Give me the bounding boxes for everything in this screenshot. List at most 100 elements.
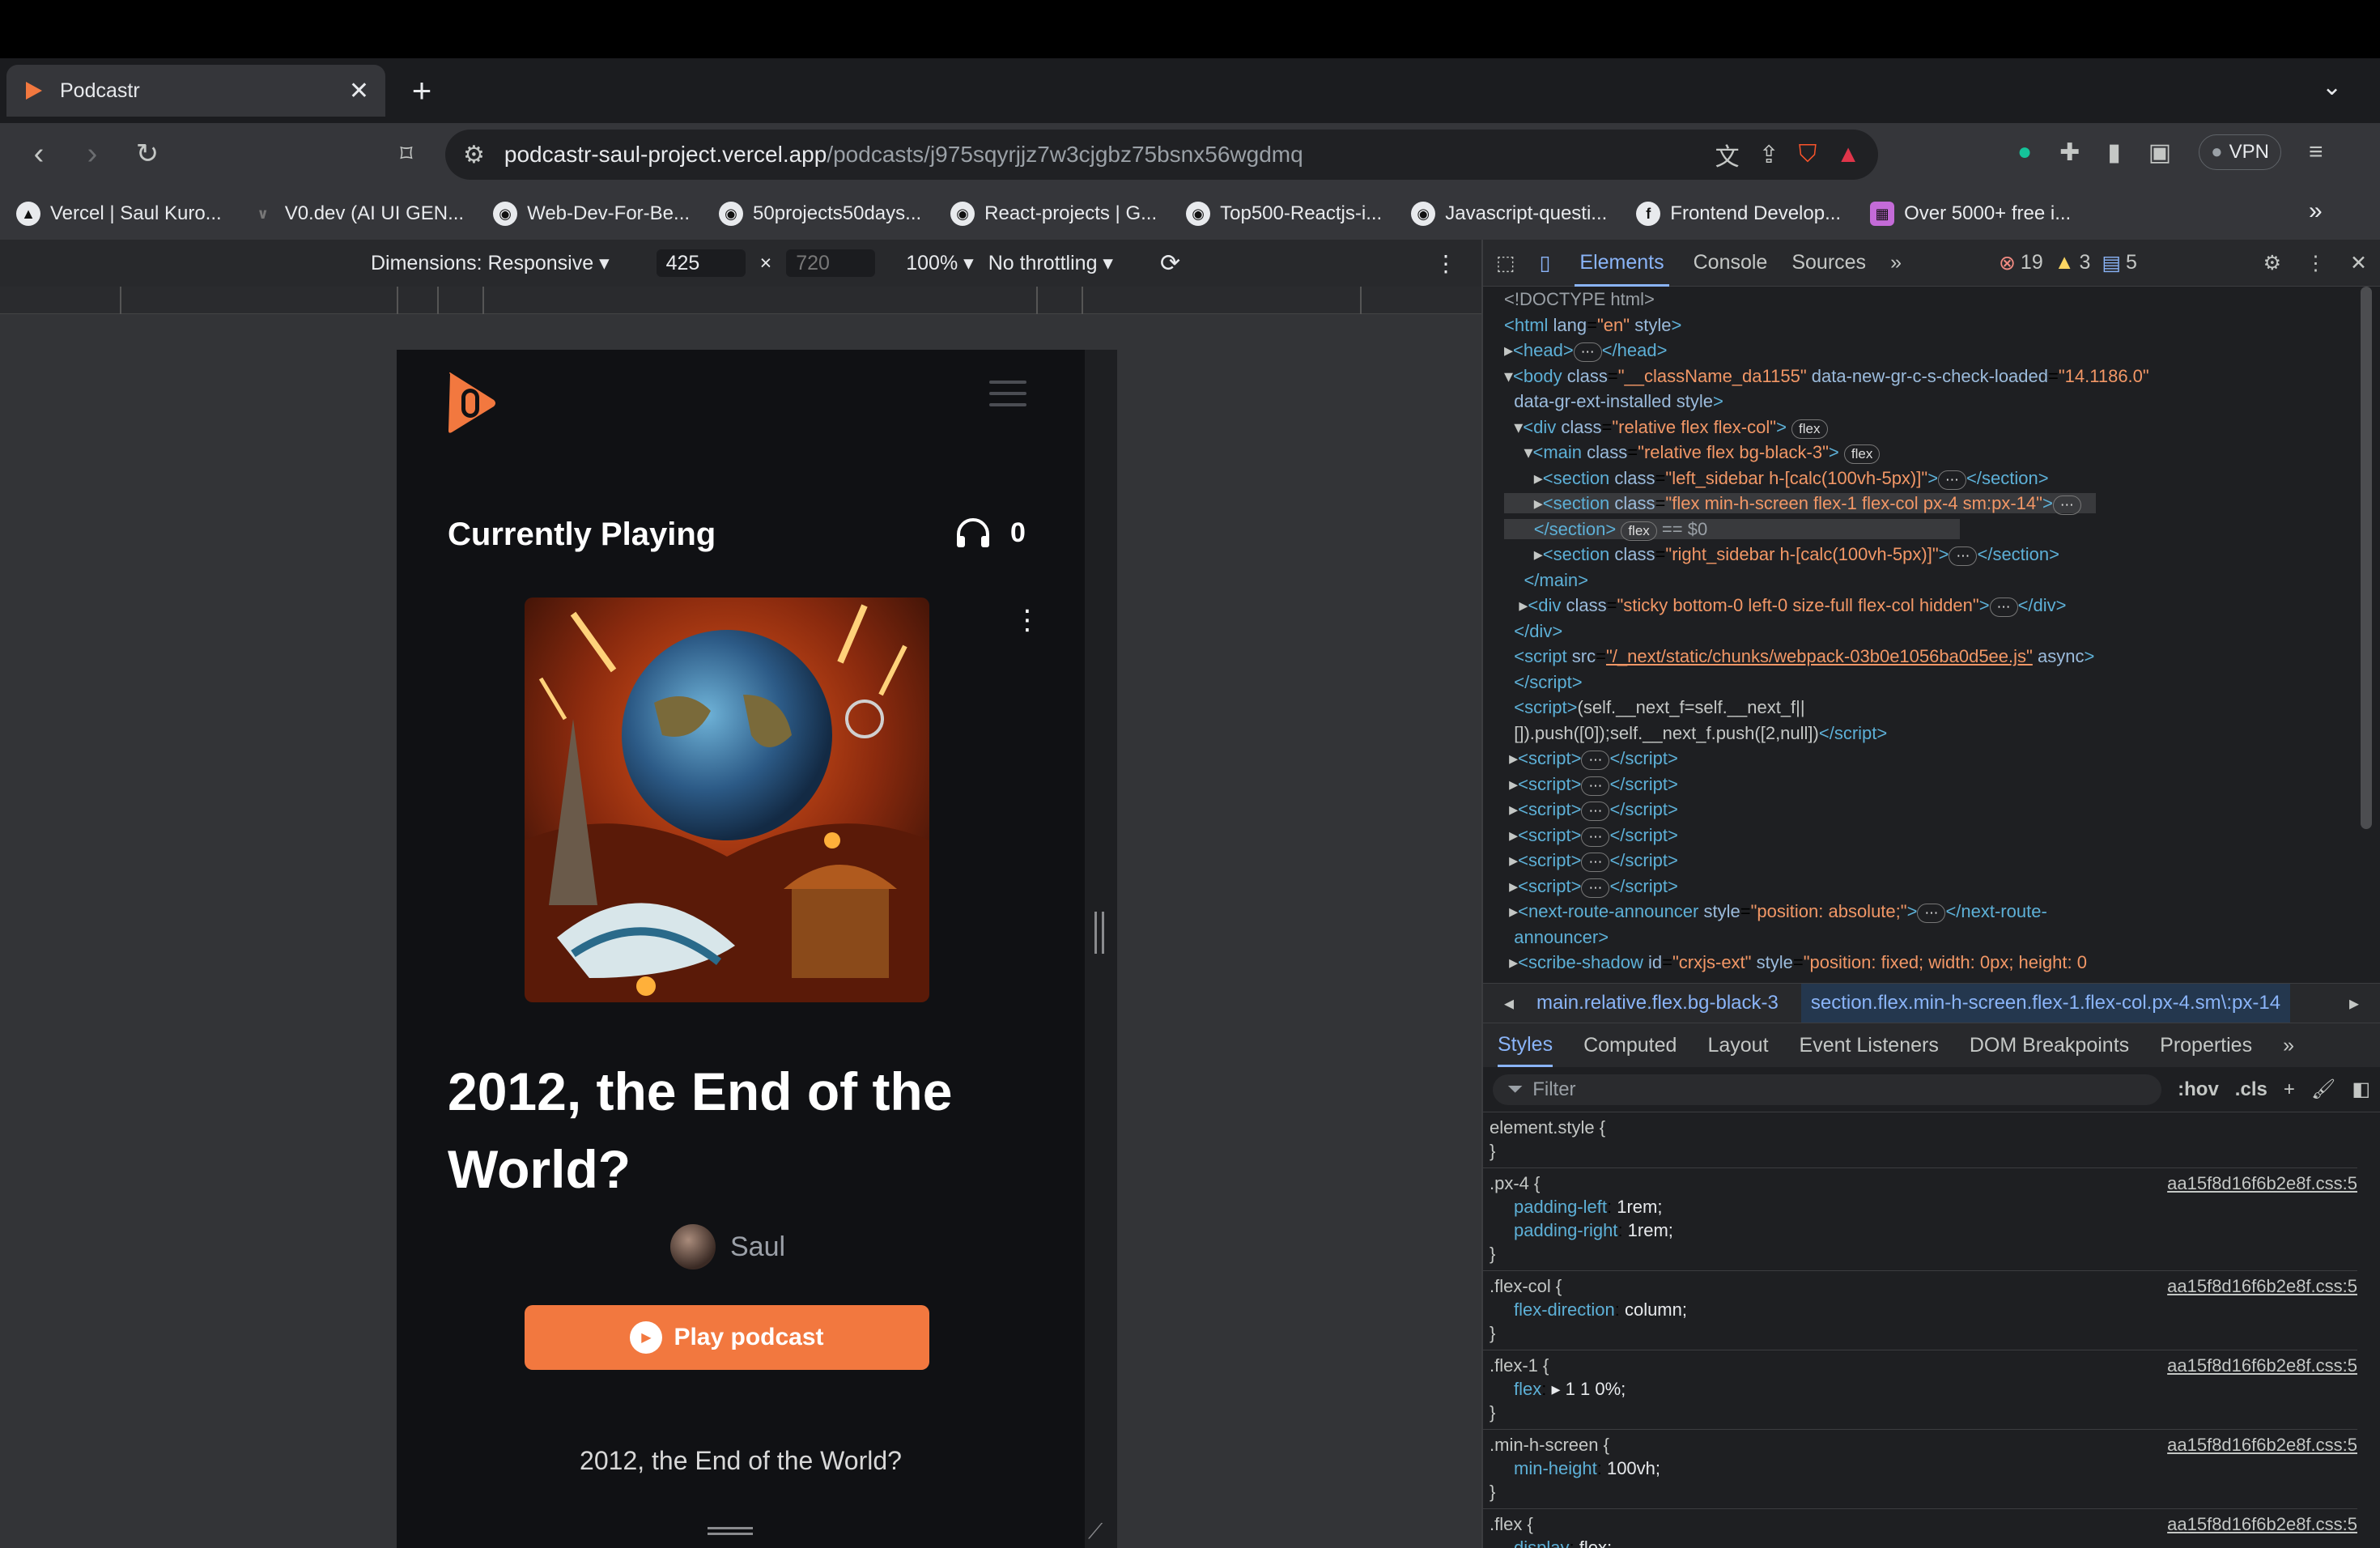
- extensions-icon[interactable]: ✚: [2059, 138, 2080, 167]
- forward-icon[interactable]: ›: [68, 130, 117, 178]
- bookmark-item[interactable]: ◉ Javascript-questi...: [1411, 202, 1607, 226]
- tab-console[interactable]: Console: [1694, 251, 1768, 274]
- tab-elements[interactable]: Elements: [1575, 240, 1669, 287]
- wallet-icon[interactable]: ▣: [2148, 138, 2171, 167]
- side-resize-handle[interactable]: [1094, 912, 1104, 954]
- height-input[interactable]: 720: [786, 249, 876, 277]
- rule-px-4[interactable]: .px-4 {aa15f8d16f6b2e8f.css:5 padding-lef…: [1483, 1168, 2357, 1271]
- play-podcast-button[interactable]: ▶ Play podcast: [525, 1305, 929, 1370]
- bookmark-item[interactable]: ◉ React-projects | G...: [950, 202, 1157, 226]
- bookmark-label: Javascript-questi...: [1445, 202, 1608, 224]
- reload-icon[interactable]: ↻: [123, 130, 172, 178]
- issue-counters[interactable]: ⊗ 19 ▲ 3 ▤ 5: [1999, 251, 2137, 275]
- rule-min-h-screen[interactable]: .min-h-screen {aa15f8d16f6b2e8f.css:5 min…: [1483, 1430, 2357, 1509]
- brave-shield-icon[interactable]: ⛉: [1799, 141, 1817, 168]
- url-path: /podcasts/j975sqyrjjz7w3cjgbz75bsnx56wgd…: [827, 142, 1303, 167]
- width-input[interactable]: 425: [656, 249, 746, 277]
- bookmark-item[interactable]: ▲ Vercel | Saul Kuro...: [16, 202, 222, 226]
- bookmark-label: Web-Dev-For-Be...: [527, 202, 691, 224]
- rule-flex-1[interactable]: .flex-1 {aa15f8d16f6b2e8f.css:5 flex: ▸ 1…: [1483, 1350, 2357, 1430]
- breadcrumb-left-icon[interactable]: ◂: [1504, 992, 1514, 1015]
- new-rule-icon[interactable]: +: [2284, 1078, 2295, 1101]
- bookmark-favicon-icon: ▲: [16, 202, 40, 226]
- bookmark-item[interactable]: ▦ Over 5000+ free i...: [1870, 202, 2071, 226]
- throttling-label: No throttling: [988, 252, 1098, 274]
- css-source-link[interactable]: aa15f8d16f6b2e8f.css:5: [2167, 1354, 2357, 1377]
- site-settings-icon[interactable]: ⚙: [463, 141, 485, 169]
- bottom-resize-handle[interactable]: [708, 1527, 753, 1537]
- grammarly-icon[interactable]: ●: [2017, 138, 2032, 166]
- url-text[interactable]: podcastr-saul-project.vercel.app/podcast…: [504, 142, 1696, 168]
- cls-toggle[interactable]: .cls: [2235, 1078, 2267, 1101]
- podcastr-logo-icon[interactable]: [445, 371, 502, 436]
- tab-sources[interactable]: Sources: [1791, 251, 1866, 274]
- hov-toggle[interactable]: :hov: [2178, 1078, 2219, 1101]
- listener-count-value: 0: [1010, 517, 1026, 548]
- zoom-select[interactable]: 100% ▾: [906, 251, 973, 275]
- dimensions-select[interactable]: Dimensions: Responsive ▾: [371, 251, 610, 275]
- devtools-close-icon[interactable]: ✕: [2350, 251, 2367, 275]
- tab-search-chevron-icon[interactable]: ⌄: [2322, 73, 2342, 101]
- inspect-element-icon[interactable]: ⬚: [1496, 251, 1515, 275]
- bookmark-item[interactable]: ∨ V0.dev (AI UI GEN...: [251, 202, 464, 226]
- styles-filter-input[interactable]: ⏷ Filter: [1493, 1074, 2162, 1105]
- more-options-icon[interactable]: ⋮: [1014, 606, 1041, 634]
- device-more-icon[interactable]: ⋮: [1434, 250, 1457, 277]
- bookmark-item[interactable]: ◉ 50projects50days...: [719, 202, 921, 226]
- rule-element-style[interactable]: element.style {}: [1483, 1112, 2357, 1168]
- bookmark-icon[interactable]: ⌑: [382, 130, 431, 178]
- css-source-link[interactable]: aa15f8d16f6b2e8f.css:5: [2167, 1433, 2357, 1457]
- device-toggle-icon[interactable]: ▯: [1540, 251, 1551, 275]
- more-subtabs-icon[interactable]: »: [2283, 1034, 2294, 1057]
- bookmark-item[interactable]: f Frontend Develop...: [1636, 202, 1841, 226]
- hamburger-menu-icon[interactable]: [989, 381, 1026, 413]
- share-icon[interactable]: ⇪: [1759, 141, 1779, 169]
- dom-scrollbar[interactable]: [2361, 287, 2372, 829]
- rotate-icon[interactable]: ⟳: [1160, 249, 1180, 278]
- devtools-settings-icon[interactable]: ⚙: [2263, 251, 2281, 275]
- browser-tab[interactable]: Podcastr ✕: [6, 65, 385, 117]
- tab-styles[interactable]: Styles: [1498, 1023, 1553, 1067]
- sidebar-icon[interactable]: ▮: [2107, 138, 2121, 167]
- devtools-more-icon[interactable]: ⋮: [2306, 251, 2326, 275]
- brave-rewards-icon[interactable]: ▲: [1836, 141, 1860, 168]
- vpn-button[interactable]: ● VPN: [2199, 134, 2281, 170]
- error-count: 19: [2020, 251, 2043, 274]
- more-tabs-icon[interactable]: »: [1890, 251, 1902, 274]
- breadcrumb-right-icon[interactable]: ▸: [2349, 992, 2359, 1015]
- media-query-ruler[interactable]: [0, 287, 1481, 314]
- rule-flex[interactable]: .flex {aa15f8d16f6b2e8f.css:5 display: fl…: [1483, 1509, 2357, 1548]
- author-avatar[interactable]: [670, 1224, 716, 1269]
- tab-event-listeners[interactable]: Event Listeners: [1800, 1034, 1939, 1057]
- author-name[interactable]: Saul: [730, 1231, 785, 1263]
- css-source-link[interactable]: aa15f8d16f6b2e8f.css:5: [2167, 1512, 2357, 1536]
- css-source-link[interactable]: aa15f8d16f6b2e8f.css:5: [2167, 1274, 2357, 1298]
- paint-icon[interactable]: 🖌: [2311, 1078, 2335, 1101]
- breadcrumb-section[interactable]: section.flex.min-h-screen.flex-1.flex-co…: [1800, 984, 2291, 1023]
- bookmark-label: Over 5000+ free i...: [1904, 202, 2072, 224]
- new-tab-button[interactable]: +: [402, 66, 442, 115]
- tab-layout[interactable]: Layout: [1707, 1034, 1768, 1057]
- breadcrumb-main[interactable]: main.relative.flex.bg-black-3: [1536, 992, 1779, 1014]
- tab-dom-breakpoints[interactable]: DOM Breakpoints: [1970, 1034, 2129, 1057]
- css-source-link[interactable]: aa15f8d16f6b2e8f.css:5: [2167, 1172, 2357, 1195]
- rule-flex-col[interactable]: .flex-col {aa15f8d16f6b2e8f.css:5 flex-di…: [1483, 1271, 2357, 1350]
- message-count: 5: [2126, 251, 2137, 274]
- more-bookmarks-icon[interactable]: »: [2309, 198, 2323, 225]
- bookmark-favicon-icon: ∨: [257, 205, 269, 222]
- styles-pane[interactable]: element.style {} .px-4 {aa15f8d16f6b2e8f…: [1483, 1112, 2357, 1548]
- author-row[interactable]: Saul: [670, 1224, 785, 1269]
- address-bar[interactable]: ⚙ podcastr-saul-project.vercel.app/podca…: [445, 130, 1878, 180]
- tab-properties[interactable]: Properties: [2160, 1034, 2252, 1057]
- toggle-sidebar-icon[interactable]: ◧: [2352, 1078, 2370, 1101]
- throttling-select[interactable]: No throttling ▾: [988, 251, 1113, 275]
- close-tab-icon[interactable]: ✕: [349, 77, 369, 105]
- translate-icon[interactable]: 文: [1715, 137, 1740, 172]
- dom-tree[interactable]: <!DOCTYPE html> <html lang="en" style> ▸…: [1483, 287, 2357, 983]
- back-icon[interactable]: ‹: [15, 130, 63, 178]
- menu-icon[interactable]: ≡: [2309, 138, 2323, 166]
- bookmark-item[interactable]: ◉ Web-Dev-For-Be...: [493, 202, 690, 226]
- bookmark-item[interactable]: ◉ Top500-Reactjs-i...: [1186, 202, 1382, 226]
- tab-computed[interactable]: Computed: [1583, 1034, 1677, 1057]
- corner-resize-icon[interactable]: ⟋: [1088, 1519, 1103, 1545]
